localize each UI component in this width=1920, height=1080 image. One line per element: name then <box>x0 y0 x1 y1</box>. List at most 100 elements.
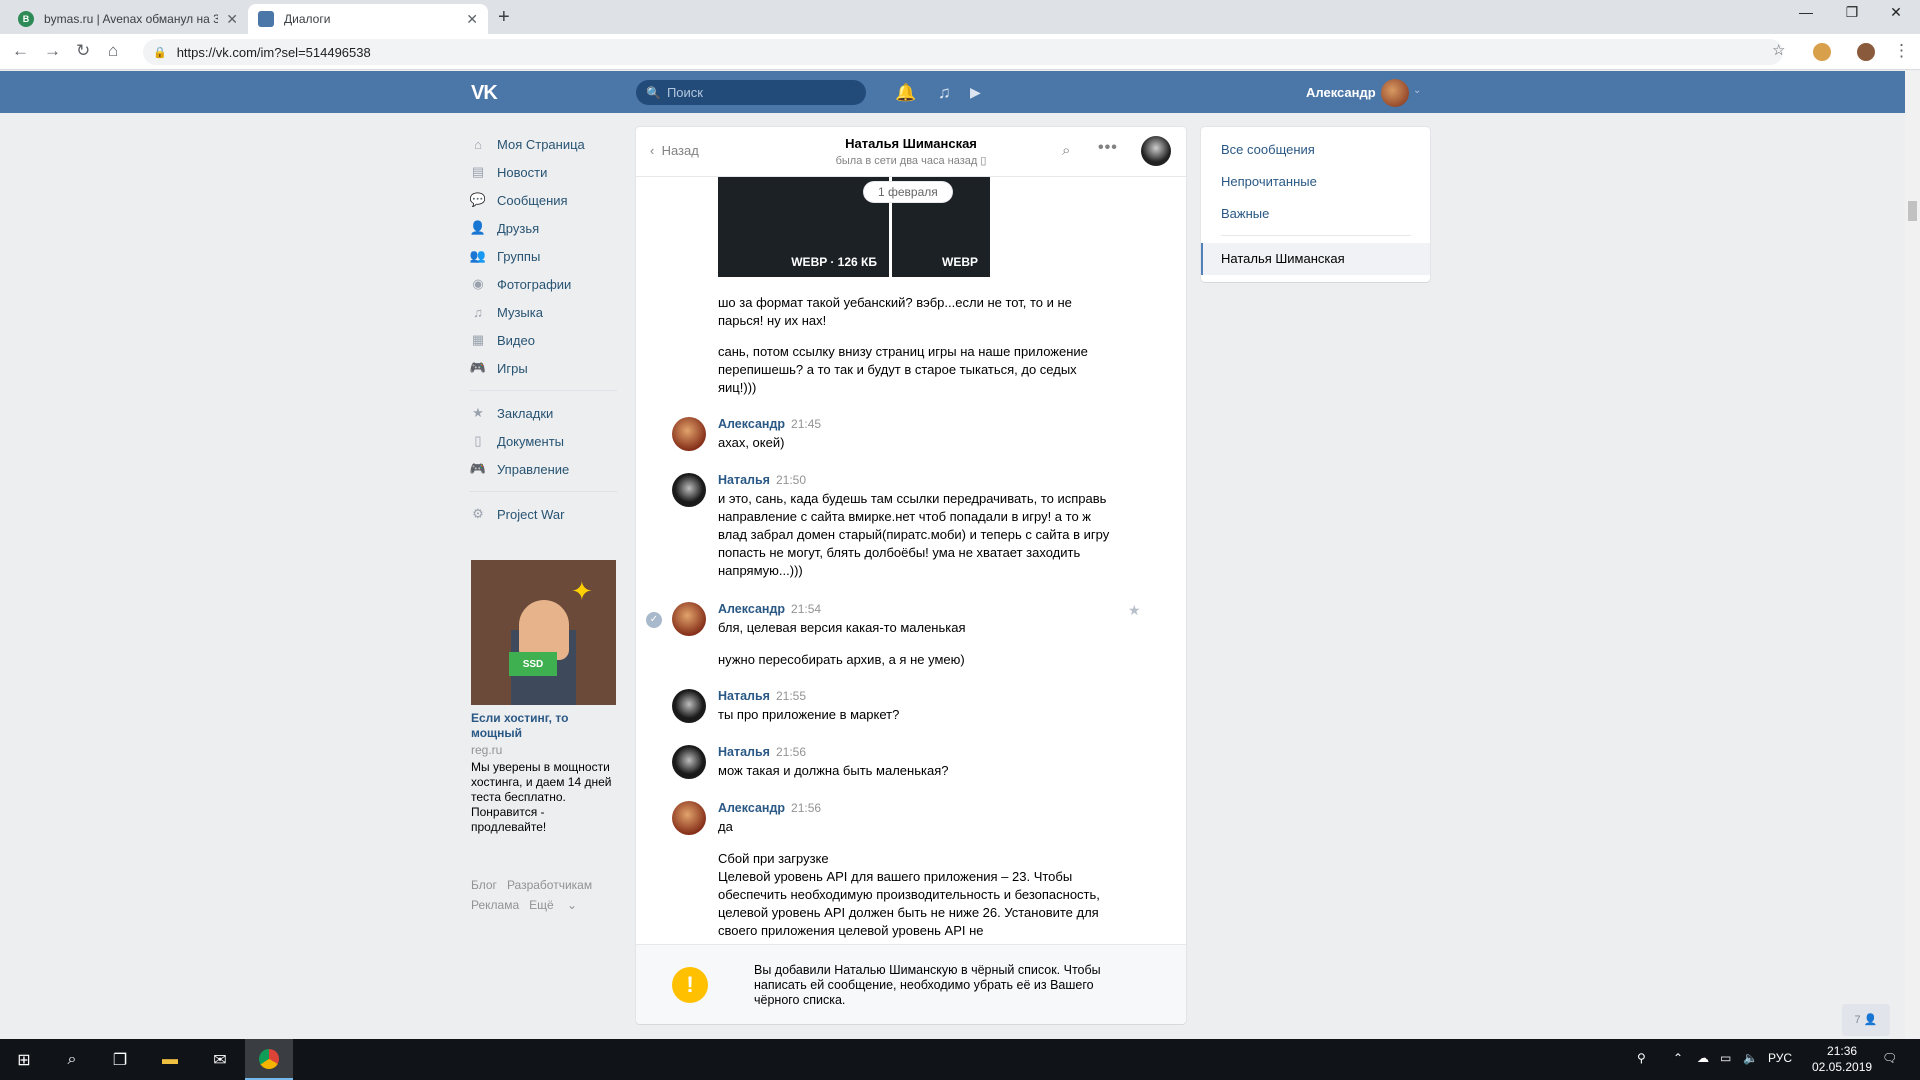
sidebar-item-label: Фотографии <box>497 276 572 292</box>
sidebar-item-news[interactable]: ▤ Новости <box>469 158 619 186</box>
sidebar-item-manage[interactable]: 🎮 Управление <box>469 455 619 483</box>
forward-arrow-icon[interactable]: → <box>44 41 61 61</box>
left-menu: ⌂ Моя Страница ▤ Новости 💬 Сообщения 👤 Друзь… <box>469 130 619 528</box>
more-icon[interactable]: ••• <box>1098 139 1118 157</box>
cloud-icon[interactable]: ☁ <box>1697 1051 1709 1065</box>
message-list[interactable]: WEBP · 126 КБ WEBP 1 февраля шо за форма… <box>636 177 1186 944</box>
scrollbar-thumb[interactable] <box>1908 201 1917 221</box>
mail-icon[interactable]: ✉ <box>196 1039 244 1080</box>
avatar[interactable] <box>1381 79 1409 107</box>
sidebar-item-messages[interactable]: 💬 Сообщения <box>469 186 619 214</box>
restore-button[interactable]: ❐ <box>1832 4 1872 21</box>
windows-start-icon[interactable]: ⊞ <box>0 1039 48 1080</box>
sidebar-item-my-page[interactable]: ⌂ Моя Страница <box>469 130 619 158</box>
filter-all-messages[interactable]: Все сообщения <box>1221 142 1315 157</box>
clock[interactable]: 21:36 02.05.2019 <box>1812 1043 1872 1075</box>
message-author[interactable]: Александр 21:56 <box>718 801 821 815</box>
minimize-button[interactable]: — <box>1786 4 1826 20</box>
reload-icon[interactable]: ↻ <box>76 41 90 61</box>
back-arrow-icon[interactable]: ← <box>12 41 29 61</box>
footer-link-more[interactable]: Ещё ⌄ <box>529 898 577 912</box>
music-icon[interactable]: ♫ <box>938 83 951 103</box>
filter-important[interactable]: Важные <box>1221 206 1269 221</box>
tray-chevron-icon[interactable]: ⌃ <box>1673 1051 1683 1065</box>
menu-dots-icon[interactable]: ⋮ <box>1893 41 1910 61</box>
file-explorer-icon[interactable]: ▬ <box>146 1039 194 1080</box>
page-scrollbar[interactable] <box>1905 71 1920 1039</box>
extension-icon[interactable] <box>1813 43 1831 61</box>
sidebar-item-project-war[interactable]: ⚙ Project War <box>469 500 619 528</box>
avatar[interactable] <box>1141 136 1171 166</box>
message-time: 21:50 <box>775 473 807 487</box>
notifications-icon[interactable]: 🗨 <box>1882 1051 1897 1065</box>
sidebar-item-music[interactable]: ♫ Музыка <box>469 298 619 326</box>
online-count: 7 <box>1854 1014 1861 1026</box>
warning-icon: ! <box>672 967 708 1003</box>
chrome-icon[interactable] <box>245 1039 293 1080</box>
people-icon[interactable]: ⚲ <box>1637 1051 1646 1065</box>
language-indicator[interactable]: РУС <box>1768 1051 1792 1065</box>
sidebar-item-games[interactable]: 🎮 Игры <box>469 354 619 382</box>
bookmark-star-icon[interactable]: ☆ <box>1772 41 1785 59</box>
checkmark-icon[interactable]: ✓ <box>646 612 662 628</box>
sidebar-item-photos[interactable]: ◉ Фотографии <box>469 270 619 298</box>
user-name[interactable]: Александр <box>1306 85 1376 100</box>
message-author[interactable]: Александр 21:54 <box>718 602 821 616</box>
avatar[interactable] <box>672 801 706 835</box>
play-icon[interactable]: ▶ <box>970 84 981 101</box>
profile-avatar[interactable] <box>1857 43 1875 61</box>
search-input[interactable]: 🔍 Поиск <box>636 80 866 105</box>
address-bar[interactable]: 🔒 https://vk.com/im?sel=514496538 <box>143 39 1783 65</box>
message-author[interactable]: Александр 21:45 <box>718 417 821 431</box>
tab-bymas[interactable]: B bymas.ru | Avenax обманул на 3 ✕ <box>8 4 248 34</box>
sidebar-item-bookmarks[interactable]: ★ Закладки <box>469 399 619 427</box>
app-icon: ⚙ <box>472 506 484 521</box>
ad-block[interactable]: SSD ✦ Если хостинг, то мощный reg.ru Мы … <box>471 560 616 835</box>
tab-dialogs[interactable]: Диалоги ✕ <box>248 4 488 34</box>
chevron-down-icon[interactable]: ⌄ <box>1413 85 1421 96</box>
star-icon[interactable]: ★ <box>1128 602 1141 619</box>
footer-link-ads[interactable]: Реклама <box>471 898 519 912</box>
message-author[interactable]: Наталья 21:56 <box>718 745 806 759</box>
sidebar-item-friends[interactable]: 👤 Друзья <box>469 214 619 242</box>
chrome-logo <box>259 1048 279 1069</box>
ad-image[interactable]: SSD ✦ <box>471 560 616 705</box>
bell-icon[interactable]: 🔔 <box>895 83 916 103</box>
avatar[interactable] <box>672 602 706 636</box>
author-name: Наталья <box>718 745 770 759</box>
search-icon[interactable]: ⌕ <box>1062 142 1070 159</box>
sidebar-item-video[interactable]: ▦ Видео <box>469 326 619 354</box>
search-icon[interactable]: ⌕ <box>48 1039 96 1080</box>
close-window-button[interactable]: ✕ <box>1876 4 1916 21</box>
message-author[interactable]: Наталья 21:50 <box>718 473 806 487</box>
close-tab-icon[interactable]: ✕ <box>466 11 478 28</box>
avatar[interactable] <box>672 745 706 779</box>
volume-icon[interactable]: 🔈 <box>1743 1051 1758 1065</box>
network-icon[interactable]: ▭ <box>1720 1051 1731 1065</box>
footer-link-developers[interactable]: Разработчикам <box>507 878 592 892</box>
ad-title[interactable]: Если хостинг, то мощный <box>471 711 616 741</box>
clock-time: 21:36 <box>1827 1044 1858 1058</box>
avatar[interactable] <box>672 417 706 451</box>
avatar[interactable] <box>672 689 706 723</box>
message-text: шо за формат такой уебанский? вэбр...есл… <box>718 295 1072 328</box>
online-friends-button[interactable]: 7 👤 <box>1842 1004 1890 1036</box>
bookmarks-icon: ★ <box>472 405 484 420</box>
home-icon[interactable]: ⌂ <box>108 41 118 61</box>
footer-link-blog[interactable]: Блог <box>471 878 497 892</box>
message-text: ты про приложение в маркет? <box>718 707 900 722</box>
vk-logo[interactable]: VK <box>471 82 498 105</box>
message-text: бля, целевая версия какая-то маленькая <box>718 620 966 635</box>
active-dialog-item[interactable]: Наталья Шиманская <box>1201 243 1430 275</box>
message-text: и это, сань, када будешь там ссылки пере… <box>718 491 1110 578</box>
close-tab-icon[interactable]: ✕ <box>226 11 238 28</box>
music-icon: ♫ <box>473 304 483 320</box>
sidebar-item-documents[interactable]: ▯ Документы <box>469 427 619 455</box>
tab-title: bymas.ru | Avenax обманул на 3 <box>44 12 219 26</box>
sidebar-item-groups[interactable]: 👥 Группы <box>469 242 619 270</box>
filter-unread[interactable]: Непрочитанные <box>1221 174 1317 189</box>
new-tab-button[interactable]: + <box>498 6 510 29</box>
task-view-icon[interactable]: ❐ <box>96 1039 144 1080</box>
message-author[interactable]: Наталья 21:55 <box>718 689 806 703</box>
avatar[interactable] <box>672 473 706 507</box>
